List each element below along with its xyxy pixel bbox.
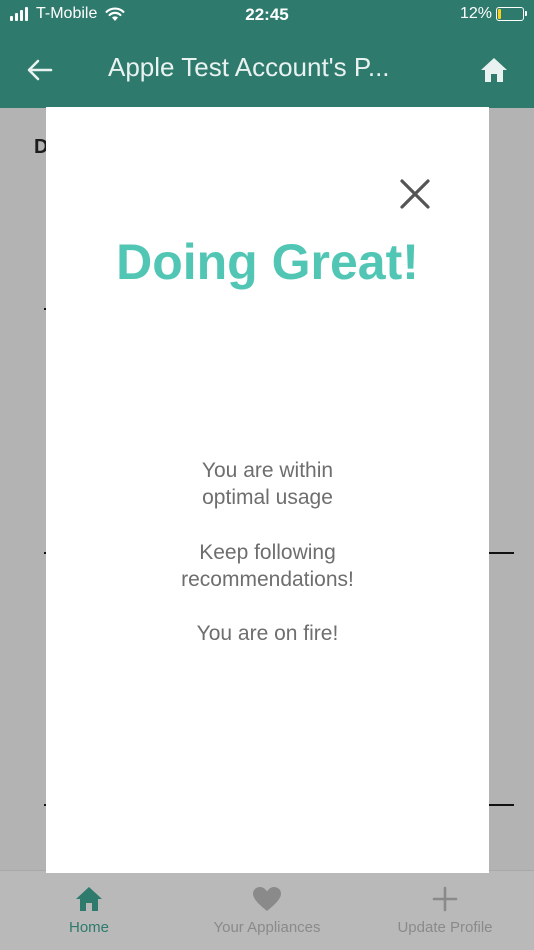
tab-home[interactable]: Home [0,871,178,950]
close-button[interactable] [396,175,434,213]
heart-icon [253,887,281,911]
back-button[interactable] [22,52,58,88]
modal-title: Doing Great! [116,234,419,290]
message-line: optimal usage [202,486,333,509]
message-on-fire: You are on fire! [46,620,489,647]
tab-label: Home [68,919,109,936]
tab-label: Update Profile [397,919,493,936]
tab-update-profile[interactable]: Update Profile [356,871,534,950]
status-bar: T-Mobile 22:45 12% [0,0,534,30]
battery-level [498,9,501,19]
message-line: You are within [201,459,334,482]
plus-icon [432,886,458,912]
message-keep-following: Keep following recommendations! [46,539,489,593]
message-line: recommendations! [181,568,354,591]
bottom-tab-bar: Home Your Appliances Update Profile [0,870,534,950]
chart-line [488,804,514,806]
chart-line [488,552,514,554]
tab-label: Your Appliances [213,919,321,936]
home-button[interactable] [476,52,512,88]
close-icon [400,179,430,209]
page-title: Apple Test Account's P... [108,52,390,82]
battery-icon [496,7,527,21]
home-icon [76,887,102,911]
home-icon [481,58,507,82]
arrow-left-icon [27,59,53,81]
message-line: You are on fire! [196,622,339,645]
message-line: Keep following [199,541,336,564]
battery-percent: 12% [459,5,492,22]
status-time: 22:45 [245,5,289,24]
status-modal: Doing Great! You are within optimal usag… [46,107,489,873]
message-optimal-usage: You are within optimal usage [46,457,489,511]
status-right: 12% [459,5,527,23]
tab-your-appliances[interactable]: Your Appliances [178,871,356,950]
app-bar: Apple Test Account's P... [0,30,534,108]
